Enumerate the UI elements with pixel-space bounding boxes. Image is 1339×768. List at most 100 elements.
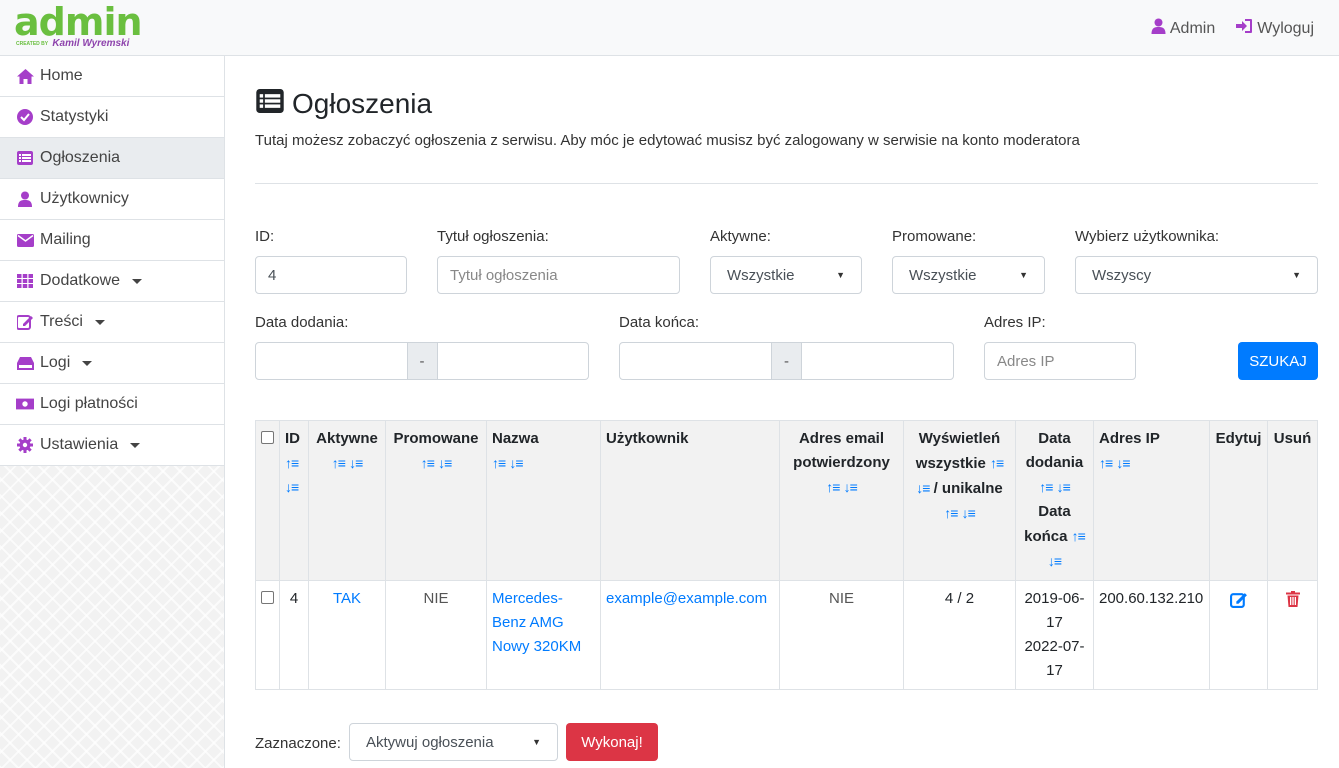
sort-asc-icon[interactable]: ↑≡ <box>285 451 303 475</box>
header-ip: Adres IP ↑≡ ↓≡ <box>1093 420 1210 581</box>
sidebar-item-mailing[interactable]: Mailing <box>0 220 224 261</box>
cell-promoted: NIE <box>385 580 487 690</box>
chevron-down-icon <box>94 319 105 325</box>
active-filter-select[interactable]: Wszystkie ▼ <box>710 256 862 294</box>
sort-asc-icon[interactable]: ↑≡ <box>1099 455 1113 471</box>
sort-asc-icon[interactable]: ↑≡ <box>1039 479 1053 495</box>
sidebar-item-uzytkownicy[interactable]: Użytkownicy <box>0 179 224 220</box>
sort-asc-icon[interactable]: ↑≡ <box>492 455 506 471</box>
title-filter-input[interactable]: Tytuł ogłoszenia <box>437 256 680 294</box>
active-filter-value: Wszystkie <box>727 266 795 284</box>
sidebar-item-home[interactable]: Home <box>0 56 224 97</box>
hdd-icon <box>16 354 34 372</box>
range-separator: - <box>406 343 438 379</box>
logo[interactable]: admin CREATED BY Kamil Wyremski <box>14 2 143 49</box>
table-row: 4 TAK NIE Mercedes-Benz AMG Nowy 320KM e… <box>255 580 1318 690</box>
sort-desc-icon[interactable]: ↓≡ <box>962 505 976 521</box>
sort-asc-icon[interactable]: ↑≡ <box>944 505 958 521</box>
header-views-all-label: Wyświetleń wszystkie <box>915 430 1001 472</box>
header-email-confirmed: Adres email potwierdzony ↑≡ ↓≡ <box>779 420 904 581</box>
sidebar-item-ustawienia[interactable]: Ustawienia <box>0 425 224 466</box>
sidebar-item-logi-platnosci[interactable]: Logi płatności <box>0 384 224 425</box>
bulk-action-label: Zaznaczone: <box>255 735 341 752</box>
sort-asc-icon[interactable]: ↑≡ <box>421 455 435 471</box>
user-icon <box>1151 18 1166 39</box>
sort-asc-icon[interactable]: ↑≡ <box>990 455 1004 471</box>
date-end-to-input[interactable] <box>802 343 953 379</box>
sort-desc-icon[interactable]: ↓≡ <box>1048 553 1062 569</box>
sidebar-item-ogloszenia[interactable]: Ogłoszenia <box>0 138 224 179</box>
chevron-down-icon: ▼ <box>836 270 845 280</box>
header-edit: Edytuj <box>1209 420 1268 581</box>
sort-desc-icon[interactable]: ↓≡ <box>1057 479 1071 495</box>
sort-asc-icon[interactable]: ↑≡ <box>1072 528 1086 544</box>
cell-name: Mercedes-Benz AMG Nowy 320KM <box>486 580 601 690</box>
header-active-label: Aktywne <box>316 430 378 447</box>
ad-name-link[interactable]: Mercedes-Benz AMG Nowy 320KM <box>492 590 581 655</box>
promoted-filter-select[interactable]: Wszystkie ▼ <box>892 256 1045 294</box>
header-views-unique-label: / unikalne <box>933 480 1003 497</box>
sidebar-item-label: Home <box>40 67 83 84</box>
list-icon <box>16 149 34 167</box>
bulk-action-select[interactable]: Aktywuj ogłoszenia ▼ <box>349 723 558 761</box>
select-all-checkbox[interactable] <box>261 431 274 445</box>
promoted-filter-label: Promowane: <box>892 228 977 245</box>
id-filter-input[interactable]: 4 <box>255 256 407 294</box>
sort-asc-icon[interactable]: ↑≡ <box>332 455 346 471</box>
sidebar: Home Statystyki Ogłoszenia Użytkownicy M… <box>0 56 225 768</box>
cell-active: TAK <box>308 580 386 690</box>
user-filter-select[interactable]: Wszyscy ▼ <box>1075 256 1318 294</box>
active-toggle-link[interactable]: TAK <box>333 590 361 607</box>
header-date-end-label: Data końca <box>1024 503 1071 545</box>
sidebar-item-label: Treści <box>40 313 83 330</box>
sort-desc-icon[interactable]: ↓≡ <box>438 455 452 471</box>
edit-icon[interactable] <box>1229 593 1248 612</box>
logout-link[interactable]: Wyloguj <box>1235 18 1314 39</box>
date-added-from-input[interactable] <box>256 343 407 379</box>
promoted-filter-value: Wszystkie <box>909 266 977 284</box>
date-added-filter-label: Data dodania: <box>255 314 349 331</box>
sidebar-item-statystyki[interactable]: Statystyki <box>0 97 224 138</box>
sort-desc-icon[interactable]: ↓≡ <box>1116 455 1130 471</box>
active-filter-label: Aktywne: <box>710 228 771 245</box>
cell-edit <box>1209 580 1268 690</box>
sidebar-item-label: Statystyki <box>40 108 109 125</box>
sort-desc-icon[interactable]: ↓≡ <box>285 475 303 499</box>
header-delete-label: Usuń <box>1273 430 1312 447</box>
trash-icon[interactable] <box>1285 591 1300 611</box>
cell-dates: 2019-06-17 2022-07-17 <box>1015 580 1094 690</box>
table-header-row: ID ↑≡ ↓≡ Aktywne ↑≡ ↓≡ Promowane ↑≡ ↓≡ N… <box>255 420 1318 581</box>
header-dates: Data dodania ↑≡ ↓≡ Data końca ↑≡ ↓≡ <box>1015 420 1094 581</box>
sort-asc-icon[interactable]: ↑≡ <box>826 479 840 495</box>
envelope-icon <box>16 231 34 249</box>
user-menu-link[interactable]: Admin <box>1151 18 1215 39</box>
top-navbar: admin CREATED BY Kamil Wyremski Admin Wy… <box>0 0 1339 56</box>
row-checkbox[interactable] <box>261 591 274 605</box>
header-id-label: ID <box>285 430 300 447</box>
sidebar-item-logi[interactable]: Logi <box>0 343 224 384</box>
check-circle-icon <box>16 108 34 126</box>
header-promoted: Promowane ↑≡ ↓≡ <box>385 420 487 581</box>
user-email-link[interactable]: example@example.com <box>606 590 767 607</box>
sort-desc-icon[interactable]: ↓≡ <box>916 480 930 496</box>
search-button[interactable]: SZUKAJ <box>1238 342 1318 380</box>
sort-desc-icon[interactable]: ↓≡ <box>844 479 858 495</box>
date-added-range: - <box>255 342 589 380</box>
sidebar-item-label: Logi płatności <box>40 395 138 412</box>
user-filter-label: Wybierz użytkownika: <box>1075 228 1220 245</box>
chevron-down-icon: ▼ <box>1292 270 1301 280</box>
execute-button[interactable]: Wykonaj! <box>566 723 658 761</box>
cell-views: 4 / 2 <box>903 580 1016 690</box>
date-end-from-input[interactable] <box>620 343 771 379</box>
sidebar-item-dodatkowe[interactable]: Dodatkowe <box>0 261 224 302</box>
ip-filter-input[interactable]: Adres IP <box>984 342 1136 380</box>
sort-desc-icon[interactable]: ↓≡ <box>349 455 363 471</box>
sort-desc-icon[interactable]: ↓≡ <box>509 455 523 471</box>
logo-credit: CREATED BY Kamil Wyremski <box>16 38 129 50</box>
divider <box>255 183 1318 184</box>
header-edit-label: Edytuj <box>1215 430 1262 447</box>
chevron-down-icon <box>130 442 141 448</box>
sidebar-item-tresci[interactable]: Treści <box>0 302 224 343</box>
header-delete: Usuń <box>1267 420 1318 581</box>
date-added-to-input[interactable] <box>438 343 589 379</box>
